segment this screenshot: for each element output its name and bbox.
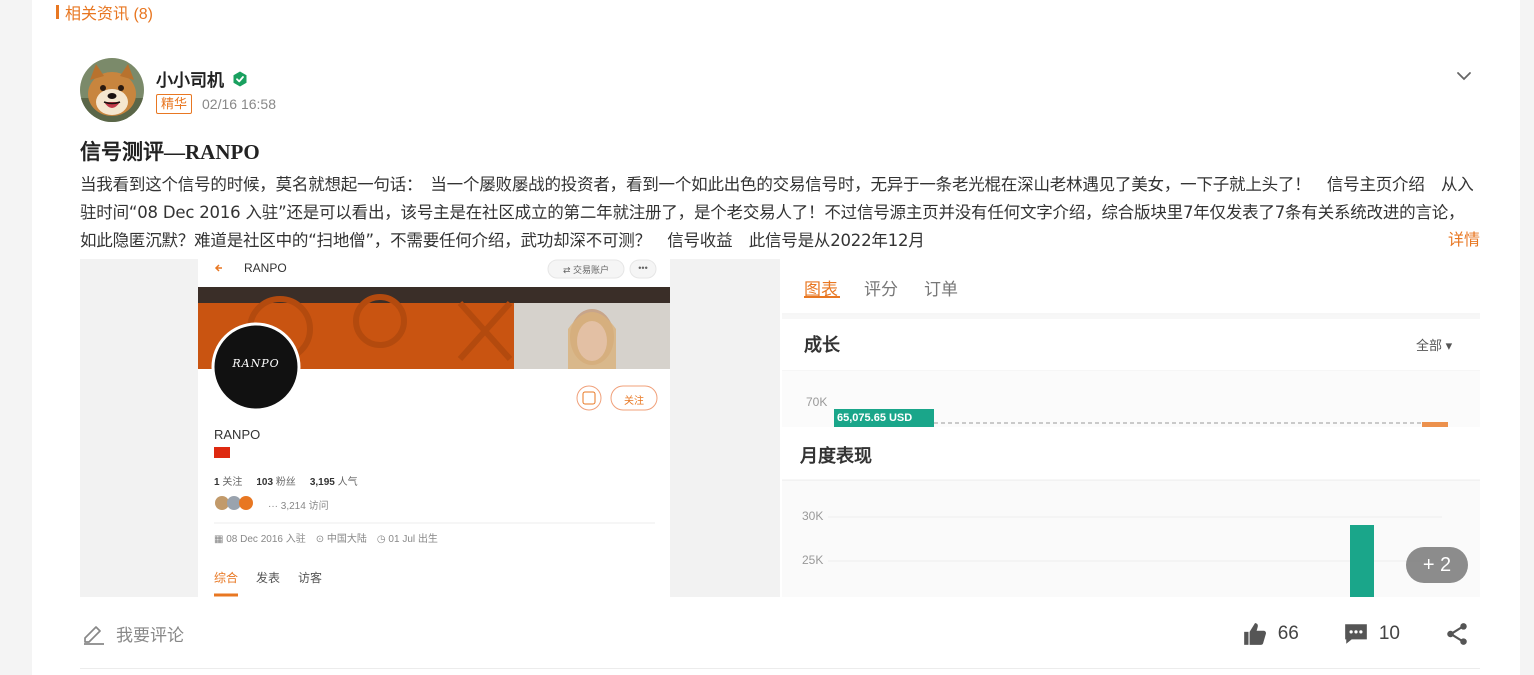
share-button[interactable]: [1444, 621, 1480, 647]
profile-screenshot-graphic: [198, 259, 670, 597]
comment-icon: [1345, 624, 1367, 644]
monthly-title: 月度表现: [800, 446, 872, 466]
stat-following: 1 关注: [214, 477, 243, 488]
profile-stats: 1 关注 103 粉丝 3,195 人气: [214, 473, 358, 488]
dog-avatar-icon: [80, 58, 144, 122]
stat-fans: 103 粉丝: [256, 477, 296, 488]
profile-info-row: ▦ 08 Dec 2016 入驻 ⊙ 中国大陆 ◷ 01 Jul 出生: [214, 530, 438, 545]
monthly-tick-30k: 30K: [802, 509, 824, 523]
more-images-badge[interactable]: + 2: [1406, 547, 1468, 583]
follow-button: 关注: [624, 396, 644, 407]
post-body: 当我看到这个信号的时候，莫名就想起一句话： 当一个屡败屡战的投资者，看到一个如此…: [80, 175, 1474, 250]
section-header: 相关资讯 (8): [56, 2, 154, 23]
profile-tabs: 综合 发表 访客: [214, 569, 322, 586]
section-title: 相关资讯 (8): [65, 6, 154, 23]
author-row: 小小司机: [156, 66, 248, 91]
divider: [80, 668, 1480, 669]
avatar[interactable]: [80, 58, 144, 122]
tab-rating: 评分: [864, 280, 898, 299]
account-button: ⇄ 交易账户: [562, 265, 610, 275]
growth-title: 成长: [804, 335, 840, 355]
tab-overview: 综合: [214, 571, 239, 585]
monthly-tick-25k: 25K: [802, 553, 824, 567]
share-icon: [1447, 623, 1467, 645]
section-marker: [56, 5, 59, 19]
birthday: ◷ 01 Jul 出生: [376, 534, 438, 545]
write-comment-button[interactable]: 我要评论: [82, 621, 184, 646]
featured-badge: 精华: [156, 94, 193, 114]
page: 相关资讯 (8) 小小司机 精华 02/16 16:58 信号测评—RANPO …: [32, 0, 1520, 675]
author-name[interactable]: 小小司机: [156, 66, 224, 91]
thumbs-up-icon: [1243, 623, 1266, 645]
profile-visits: ··· 3,214 访问: [268, 501, 329, 512]
growth-value-tag: 65,075.65 USD: [837, 412, 913, 424]
chart-tabs: 图表 评分 订单: [804, 275, 958, 300]
like-count: 66: [1277, 623, 1299, 644]
profile-back-title: RANPO: [244, 261, 287, 275]
reaction-bar: 66 10: [1198, 621, 1480, 647]
post-meta: 精华 02/16 16:58: [156, 94, 276, 114]
comment-count: 10: [1378, 623, 1400, 644]
tab-posts: 发表: [256, 571, 281, 585]
image-signal-profile[interactable]: RANPO ⇄ 交易账户 ••• RANPO 关注 RANPO 1 关注 103…: [80, 259, 780, 597]
tab-orders: 订单: [924, 280, 958, 299]
profile-logo-text: RANPO: [232, 357, 280, 370]
chart-screenshot-graphic: [782, 259, 1480, 597]
range-selector: 全部 ▾: [1416, 338, 1453, 353]
like-button[interactable]: 66: [1242, 621, 1299, 647]
stat-popularity: 3,195 人气: [309, 477, 358, 488]
comment-count-button[interactable]: 10: [1343, 621, 1400, 647]
location: ⊙ 中国大陆: [315, 534, 367, 545]
tab-visitors: 访客: [298, 571, 323, 585]
edit-icon: [84, 625, 104, 645]
post-images: RANPO ⇄ 交易账户 ••• RANPO 关注 RANPO 1 关注 103…: [80, 259, 1480, 597]
post-actions: 我要评论 66 10: [80, 621, 1480, 651]
growth-tick: 70K: [806, 395, 828, 409]
post-title[interactable]: 信号测评—RANPO: [80, 136, 260, 166]
write-comment-label: 我要评论: [116, 626, 184, 645]
verified-icon: [233, 71, 247, 86]
image-signal-chart[interactable]: 图表 评分 订单 成长 全部 ▾ 70K 65,075.65 USD 月度表现 …: [782, 259, 1480, 597]
chevron-down-icon[interactable]: [1454, 66, 1474, 86]
post-timestamp: 02/16 16:58: [202, 96, 276, 112]
tab-chart: 图表: [804, 280, 838, 299]
profile-name: RANPO: [214, 427, 261, 442]
more-link[interactable]: 详情: [1397, 227, 1480, 255]
joined-date: ▦ 08 Dec 2016 入驻: [214, 534, 306, 545]
more-dots: •••: [638, 263, 648, 273]
